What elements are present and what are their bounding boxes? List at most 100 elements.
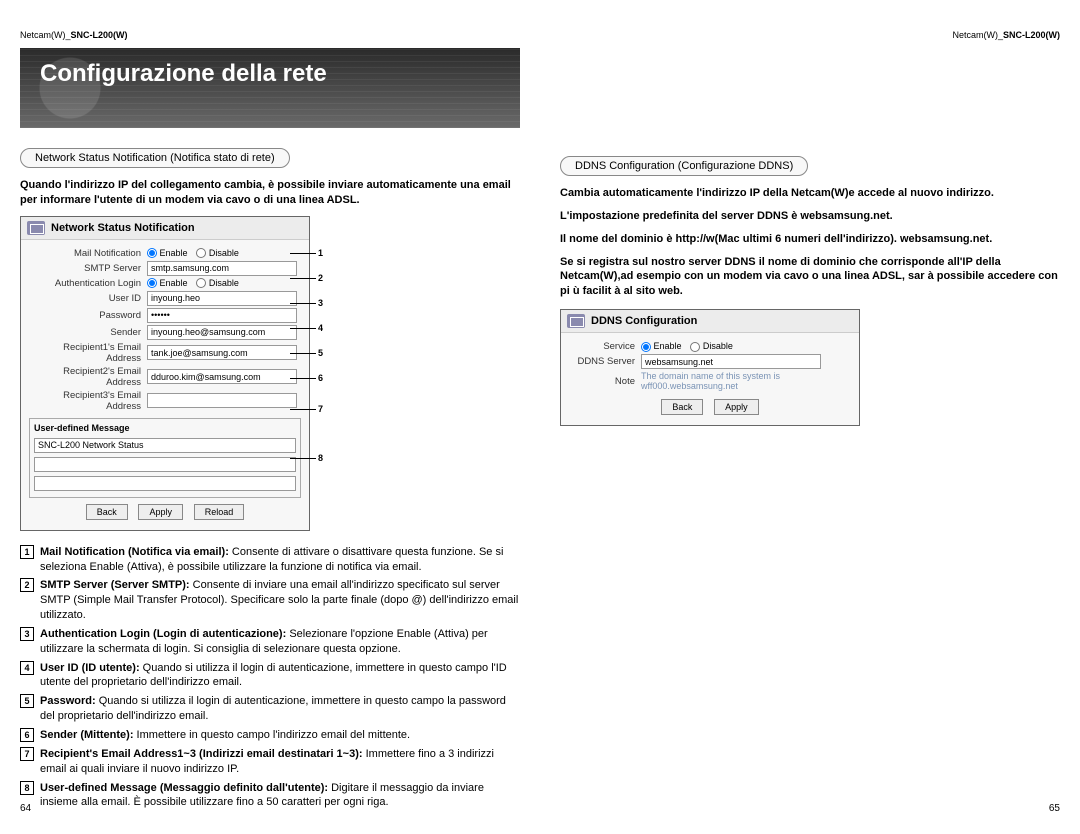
- recipient2-label: Recipient2's Email Address: [29, 366, 147, 388]
- ddns-panel-title-text: DDNS Configuration: [591, 315, 697, 327]
- mail-notif-disable-radio[interactable]: [196, 248, 206, 258]
- nsn-intro: Quando l'indirizzo IP del collegamento c…: [20, 178, 520, 208]
- disable-text-2: Disable: [209, 278, 239, 288]
- ddns-server-input[interactable]: [641, 354, 821, 369]
- reload-button[interactable]: Reload: [194, 504, 245, 520]
- callout-1: 1: [318, 246, 323, 260]
- password-label: Password: [29, 310, 147, 321]
- recipient2-input[interactable]: [147, 369, 297, 384]
- def-num-1: 1: [20, 545, 34, 559]
- model-name-r: SNC-L200(W): [1003, 30, 1060, 40]
- section-pill-nsn: Network Status Notification (Notifica st…: [20, 148, 290, 168]
- def-4: User ID (ID utente): Quando si utilizza …: [40, 661, 520, 691]
- def-num-2: 2: [20, 578, 34, 592]
- service-label: Service: [569, 341, 641, 352]
- userid-input[interactable]: [147, 291, 297, 306]
- userid-label: User ID: [29, 293, 147, 304]
- ddns-p3: Il nome del dominio è http://w(Mac ultim…: [560, 232, 1060, 247]
- callout-8: 8: [318, 451, 323, 465]
- nsn-panel-wrap: Network Status Notification Mail Notific…: [20, 216, 520, 531]
- sender-label: Sender: [29, 327, 147, 338]
- callout-2: 2: [318, 271, 323, 285]
- page-banner: Configurazione della rete: [20, 48, 520, 128]
- auth-label: Authentication Login: [29, 278, 147, 289]
- msg-line2[interactable]: [34, 457, 296, 472]
- def-1: Mail Notification (Notifica via email): …: [40, 545, 520, 575]
- ddns-panel-body: Service Enable Disable DDNS Server Note …: [561, 333, 859, 425]
- ddns-back-button[interactable]: Back: [661, 399, 703, 415]
- def-num-6: 6: [20, 728, 34, 742]
- callout-numbers: 1 2 3 4 5 6 7 8: [318, 216, 323, 531]
- def-num-4: 4: [20, 661, 34, 675]
- page-number-right: 65: [1049, 803, 1060, 814]
- recipient1-label: Recipient1's Email Address: [29, 342, 147, 364]
- enable-text-2: Enable: [160, 278, 188, 288]
- ddns-note-line1: The domain name of this system is: [641, 371, 851, 381]
- ddns-panel: DDNS Configuration Service Enable Disabl…: [560, 309, 860, 426]
- msg-line1[interactable]: [34, 438, 296, 453]
- password-input[interactable]: [147, 308, 297, 323]
- back-button[interactable]: Back: [86, 504, 128, 520]
- callout-4: 4: [318, 321, 323, 335]
- model-prefix: Netcam(W)_: [20, 30, 71, 40]
- nsn-panel-title: Network Status Notification: [21, 217, 309, 240]
- def-num-8: 8: [20, 781, 34, 795]
- def-num-3: 3: [20, 627, 34, 641]
- banner-title: Configurazione della rete: [20, 48, 520, 100]
- enable-text-3: Enable: [654, 341, 682, 351]
- def-7: Recipient's Email Address1~3 (Indirizzi …: [40, 747, 520, 777]
- def-2: SMTP Server (Server SMTP): Consente di i…: [40, 578, 520, 623]
- nsn-panel: Network Status Notification Mail Notific…: [20, 216, 310, 531]
- ddns-note-line2: wff000.websamsung.net: [641, 381, 851, 391]
- disable-text-3: Disable: [703, 341, 733, 351]
- service-disable-radio[interactable]: [690, 342, 700, 352]
- service-field: Enable Disable: [641, 341, 851, 352]
- def-3: Authentication Login (Login di autentica…: [40, 627, 520, 657]
- callout-3: 3: [318, 296, 323, 310]
- auth-enable-radio[interactable]: [147, 278, 157, 288]
- ddns-p4: Se si registra sul nostro server DDNS il…: [560, 255, 1060, 300]
- recipient3-input[interactable]: [147, 393, 297, 408]
- definitions-list: 1 Mail Notification (Notifica via email):…: [20, 545, 520, 811]
- msg-legend: User-defined Message: [34, 423, 296, 433]
- ddns-apply-button[interactable]: Apply: [714, 399, 759, 415]
- section-pill-ddns: DDNS Configuration (Configurazione DDNS): [560, 156, 808, 176]
- nsn-panel-title-text: Network Status Notification: [51, 222, 195, 234]
- ddns-p2: L'impostazione predefinita del server DD…: [560, 209, 1060, 224]
- nsn-panel-body: Mail Notification Enable Disable SMTP Se…: [21, 240, 309, 530]
- auth-disable-radio[interactable]: [196, 278, 206, 288]
- model-header-left: Netcam(W)_SNC-L200(W): [20, 30, 520, 40]
- smtp-label: SMTP Server: [29, 263, 147, 274]
- page-number-left: 64: [20, 803, 31, 814]
- mail-notif-label: Mail Notification: [29, 248, 147, 259]
- apply-button[interactable]: Apply: [138, 504, 183, 520]
- enable-text: Enable: [160, 248, 188, 258]
- smtp-input[interactable]: [147, 261, 297, 276]
- mail-notif-enable-radio[interactable]: [147, 248, 157, 258]
- callout-6: 6: [318, 371, 323, 385]
- def-5: Password: Quando si utilizza il login di…: [40, 694, 520, 724]
- ddns-note-label: Note: [569, 376, 641, 387]
- banner-spacer: [560, 48, 1060, 156]
- ddns-p1: Cambia automaticamente l'indirizzo IP de…: [560, 186, 1060, 201]
- ddns-icon: [567, 314, 585, 328]
- auth-field: Enable Disable: [147, 278, 301, 289]
- msg-line3[interactable]: [34, 476, 296, 491]
- ddns-panel-title: DDNS Configuration: [561, 310, 859, 333]
- recipient1-input[interactable]: [147, 345, 297, 360]
- msg-group: User-defined Message: [29, 418, 301, 498]
- model-prefix-r: Netcam(W)_: [952, 30, 1003, 40]
- callout-7: 7: [318, 402, 323, 416]
- def-8: User-defined Message (Messaggio definito…: [40, 781, 520, 811]
- sender-input[interactable]: [147, 325, 297, 340]
- def-num-5: 5: [20, 694, 34, 708]
- def-6: Sender (Mittente): Immettere in questo c…: [40, 728, 520, 743]
- ddns-server-label: DDNS Server: [569, 356, 641, 367]
- recipient3-label: Recipient3's Email Address: [29, 390, 147, 412]
- service-enable-radio[interactable]: [641, 342, 651, 352]
- model-header-right: Netcam(W)_SNC-L200(W): [560, 30, 1060, 40]
- page-left: Netcam(W)_SNC-L200(W) Configurazione del…: [20, 30, 520, 814]
- mail-notif-field: Enable Disable: [147, 248, 301, 259]
- disable-text: Disable: [209, 248, 239, 258]
- ddns-button-row: Back Apply: [569, 393, 851, 419]
